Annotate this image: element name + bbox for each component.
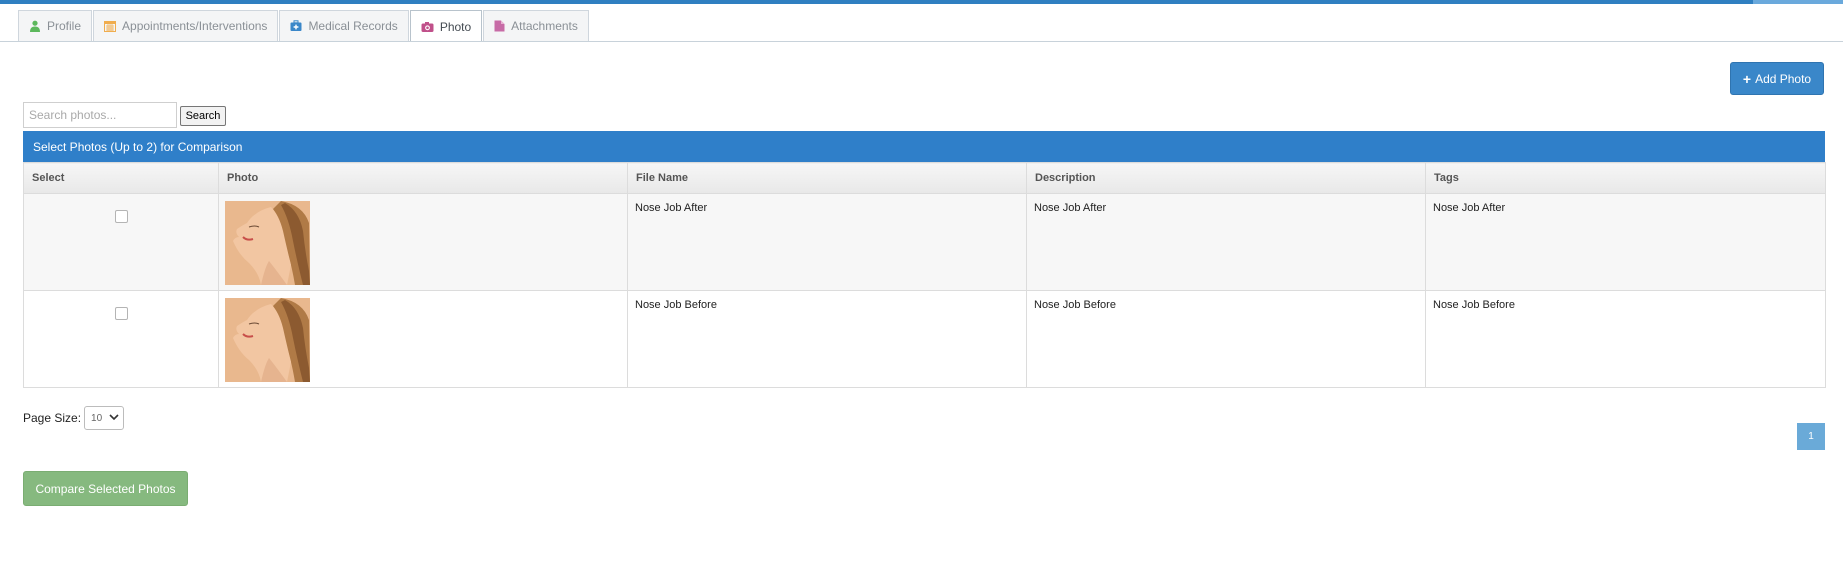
select-checkbox[interactable] <box>114 210 128 223</box>
medkit-icon <box>290 20 302 32</box>
select-cell <box>23 193 219 291</box>
column-header-file-name[interactable]: File Name <box>627 162 1027 194</box>
photo-thumbnail[interactable] <box>225 298 310 382</box>
file-icon <box>494 20 505 32</box>
table-row[interactable]: Nose Job After Nose Job After Nose Job A… <box>23 193 1826 291</box>
select-checkbox[interactable] <box>114 307 128 320</box>
description-cell: Nose Job Before <box>1026 290 1426 388</box>
column-header-description[interactable]: Description <box>1026 162 1426 194</box>
file-name-cell: Nose Job After <box>627 193 1027 291</box>
page-size-select[interactable]: 10 <box>84 406 125 430</box>
tab-medical-records[interactable]: Medical Records <box>279 10 409 41</box>
search-input[interactable] <box>23 102 177 128</box>
chevron-down-icon <box>109 413 119 424</box>
tags-cell: Nose Job After <box>1425 193 1826 291</box>
tab-photo[interactable]: Photo <box>409 10 483 42</box>
table-row[interactable]: Nose Job Before Nose Job Before Nose Job… <box>23 290 1826 388</box>
photos-table: Select Photo File Name Description Tags <box>23 162 1826 388</box>
plus-icon: + <box>1742 70 1752 87</box>
photo-thumbnail[interactable] <box>225 201 310 285</box>
page-size-control: Page Size: 10 <box>23 406 125 430</box>
comparison-panel-header: Select Photos (Up to 2) for Comparison <box>23 131 1825 162</box>
tabs-underline <box>0 41 1843 42</box>
table-header-row: Select Photo File Name Description Tags <box>23 162 1826 194</box>
tab-label: Medical Records <box>308 19 398 33</box>
top-bar <box>0 0 1843 4</box>
tab-label: Attachments <box>511 19 578 33</box>
file-name-cell: Nose Job Before <box>627 290 1027 388</box>
column-header-select[interactable]: Select <box>23 162 219 194</box>
compare-selected-photos-button[interactable]: Compare Selected Photos <box>23 471 188 506</box>
photo-cell <box>218 290 628 388</box>
tab-profile[interactable]: Profile <box>18 10 93 41</box>
column-header-tags[interactable]: Tags <box>1425 162 1826 194</box>
tab-label: Photo <box>439 19 472 34</box>
description-cell: Nose Job After <box>1026 193 1426 291</box>
calendar-icon <box>104 20 117 32</box>
tab-attachments[interactable]: Attachments <box>483 10 589 41</box>
page-size-label: Page Size: <box>23 411 82 425</box>
record-tabs: Profile Appointments/Interventions Medic… <box>18 10 590 42</box>
tab-label: Profile <box>47 19 82 33</box>
search-button[interactable]: Search <box>180 106 226 126</box>
top-bar-tab[interactable] <box>1753 0 1843 4</box>
select-cell <box>23 290 219 388</box>
add-photo-button[interactable]: + Add Photo <box>1730 62 1824 95</box>
tags-cell: Nose Job Before <box>1425 290 1826 388</box>
photo-cell <box>218 193 628 291</box>
tab-appointments[interactable]: Appointments/Interventions <box>93 10 279 41</box>
page-1-button[interactable]: 1 <box>1797 423 1825 450</box>
add-photo-label: Add Photo <box>1755 71 1812 86</box>
column-header-photo[interactable]: Photo <box>218 162 628 194</box>
page-size-value: 10 <box>91 412 103 424</box>
camera-icon <box>421 21 434 33</box>
user-icon <box>29 20 41 32</box>
tab-label: Appointments/Interventions <box>122 19 268 33</box>
